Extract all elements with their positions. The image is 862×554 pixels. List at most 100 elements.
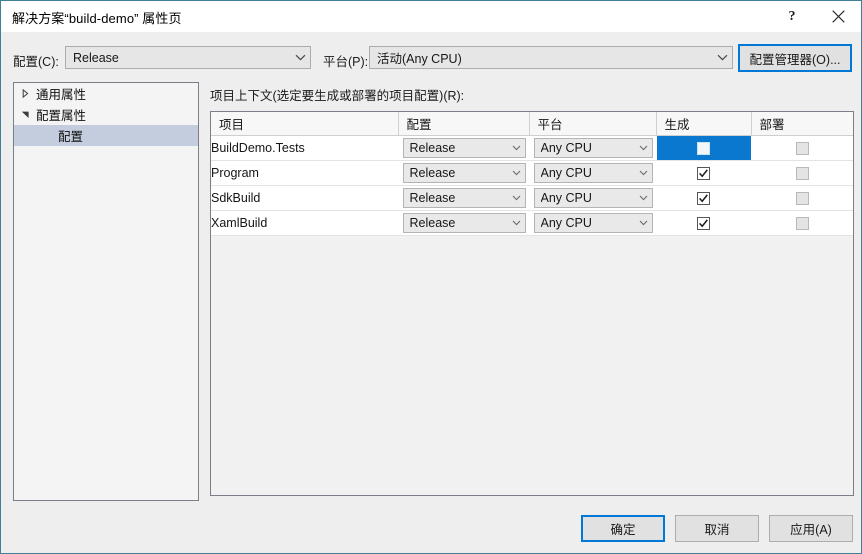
cell-configuration[interactable]: Release: [398, 160, 530, 186]
platform-cell-select[interactable]: Any CPU: [533, 213, 653, 233]
table-body: BuildDemo.Tests Release Any CPU Program …: [211, 135, 853, 236]
ok-button[interactable]: 确定: [581, 515, 665, 542]
table-row[interactable]: Program Release Any CPU: [211, 160, 853, 186]
configuration-cell-select[interactable]: Release: [402, 138, 526, 158]
platform-cell-select[interactable]: Any CPU: [533, 138, 653, 158]
chevron-down-icon: [290, 47, 310, 68]
build-checkbox[interactable]: [697, 217, 710, 231]
configuration-cell-select[interactable]: Release: [402, 213, 526, 233]
title-bar-buttons: ?: [769, 1, 861, 32]
project-contexts-table: 项目 配置 平台 生成 部署 BuildDemo.Tests Release A…: [211, 112, 853, 236]
project-contexts-label: 项目上下文(选定要生成或部署的项目配置)(R):: [210, 89, 465, 103]
table-header-row: 项目 配置 平台 生成 部署: [211, 112, 853, 136]
deploy-checkbox: [795, 217, 809, 231]
cell-configuration[interactable]: Release: [398, 135, 530, 161]
cell-configuration[interactable]: Release: [398, 185, 530, 211]
cell-project: XamlBuild: [211, 210, 399, 236]
configuration-cell-value: Release: [409, 191, 456, 205]
platform-cell-value: Any CPU: [540, 166, 592, 180]
configuration-cell-value: Release: [409, 216, 456, 230]
configuration-cell-value: Release: [409, 141, 456, 155]
configuration-label: 配置(C):: [13, 55, 59, 69]
cell-build[interactable]: [655, 135, 752, 161]
column-header-configuration[interactable]: 配置: [398, 112, 530, 136]
cell-deploy[interactable]: [751, 160, 853, 186]
configuration-select[interactable]: Release: [65, 46, 311, 69]
chevron-down-icon: [635, 214, 652, 232]
deploy-checkbox: [795, 192, 809, 206]
cell-platform[interactable]: Any CPU: [529, 185, 657, 211]
chevron-right-icon[interactable]: [14, 89, 36, 98]
configuration-cell-select[interactable]: Release: [402, 163, 526, 183]
platform-select[interactable]: 活动(Any CPU): [369, 46, 733, 69]
property-pages-dialog: 解决方案“build-demo” 属性页 ? 配置(C): Release 平台…: [0, 0, 862, 554]
platform-label: 平台(P):: [323, 55, 369, 69]
cancel-button-label: 取消: [704, 523, 730, 537]
chevron-down-icon: [508, 189, 525, 207]
cancel-button[interactable]: 取消: [675, 515, 759, 542]
platform-cell-select[interactable]: Any CPU: [533, 188, 653, 208]
question-mark-icon: ?: [788, 8, 796, 24]
configuration-manager-button[interactable]: 配置管理器(O)...: [738, 44, 852, 72]
configuration-cell-value: Release: [409, 166, 456, 180]
cell-build[interactable]: [656, 210, 752, 236]
property-tree[interactable]: 通用属性 配置属性 配置: [13, 82, 199, 501]
sidebar-item-label: 配置: [58, 130, 84, 144]
sidebar-item-label: 通用属性: [36, 88, 87, 102]
chevron-down-icon: [508, 164, 525, 182]
chevron-down-icon: [635, 189, 652, 207]
configuration-toolbar: 配置(C): Release 平台(P): 活动(Any CPU) 配置管理器(…: [1, 32, 861, 79]
column-header-platform[interactable]: 平台: [529, 112, 657, 136]
close-button[interactable]: [815, 1, 861, 32]
chevron-down-icon: [508, 214, 525, 232]
platform-cell-value: Any CPU: [540, 141, 592, 155]
platform-cell-value: Any CPU: [540, 191, 592, 205]
close-icon: [831, 10, 845, 23]
chevron-down-icon: [635, 164, 652, 182]
triangle-down-icon[interactable]: [14, 110, 36, 119]
chevron-down-icon: [508, 139, 525, 157]
cell-project: SdkBuild: [211, 185, 399, 211]
column-header-deploy[interactable]: 部署: [751, 112, 853, 136]
sidebar-item-label: 配置属性: [36, 109, 87, 123]
table-row[interactable]: BuildDemo.Tests Release Any CPU: [211, 135, 853, 161]
platform-cell-select[interactable]: Any CPU: [533, 163, 653, 183]
project-contexts-grid: 项目 配置 平台 生成 部署 BuildDemo.Tests Release A…: [210, 111, 854, 496]
build-checkbox[interactable]: [697, 167, 710, 181]
apply-button-label: 应用(A): [790, 523, 832, 537]
cell-platform[interactable]: Any CPU: [529, 210, 657, 236]
help-button[interactable]: ?: [769, 1, 815, 32]
sidebar-item-configuration[interactable]: 配置: [14, 125, 198, 146]
cell-project: Program: [211, 160, 399, 186]
ok-button-label: 确定: [610, 523, 636, 537]
window-title: 解决方案“build-demo” 属性页: [12, 11, 182, 26]
table-row[interactable]: SdkBuild Release Any CPU: [211, 185, 853, 211]
configuration-cell-select[interactable]: Release: [402, 188, 526, 208]
cell-platform[interactable]: Any CPU: [529, 160, 657, 186]
chevron-down-icon: [712, 47, 732, 68]
build-checkbox[interactable]: [697, 192, 710, 206]
cell-deploy[interactable]: [751, 210, 853, 236]
table-row[interactable]: XamlBuild Release Any CPU: [211, 210, 853, 236]
apply-button[interactable]: 应用(A): [769, 515, 853, 542]
cell-platform[interactable]: Any CPU: [529, 135, 657, 161]
sidebar-item-common-properties[interactable]: 通用属性: [14, 83, 198, 104]
configuration-manager-button-label: 配置管理器(O)...: [749, 52, 841, 67]
column-header-project[interactable]: 项目: [211, 112, 399, 136]
cell-deploy[interactable]: [751, 185, 853, 211]
platform-select-value: 活动(Any CPU): [377, 52, 462, 66]
column-header-build[interactable]: 生成: [656, 112, 752, 136]
platform-cell-value: Any CPU: [540, 216, 592, 230]
build-checkbox[interactable]: [697, 142, 710, 156]
cell-build[interactable]: [656, 185, 752, 211]
cell-configuration[interactable]: Release: [398, 210, 530, 236]
chevron-down-icon: [635, 139, 652, 157]
cell-deploy[interactable]: [751, 135, 853, 161]
sidebar-item-configuration-properties[interactable]: 配置属性: [14, 104, 198, 125]
configuration-select-value: Release: [73, 50, 119, 65]
cell-project: BuildDemo.Tests: [211, 135, 399, 161]
deploy-checkbox: [795, 167, 809, 181]
cell-build[interactable]: [656, 160, 752, 186]
deploy-checkbox: [795, 142, 809, 156]
title-bar: 解决方案“build-demo” 属性页 ?: [1, 1, 861, 32]
